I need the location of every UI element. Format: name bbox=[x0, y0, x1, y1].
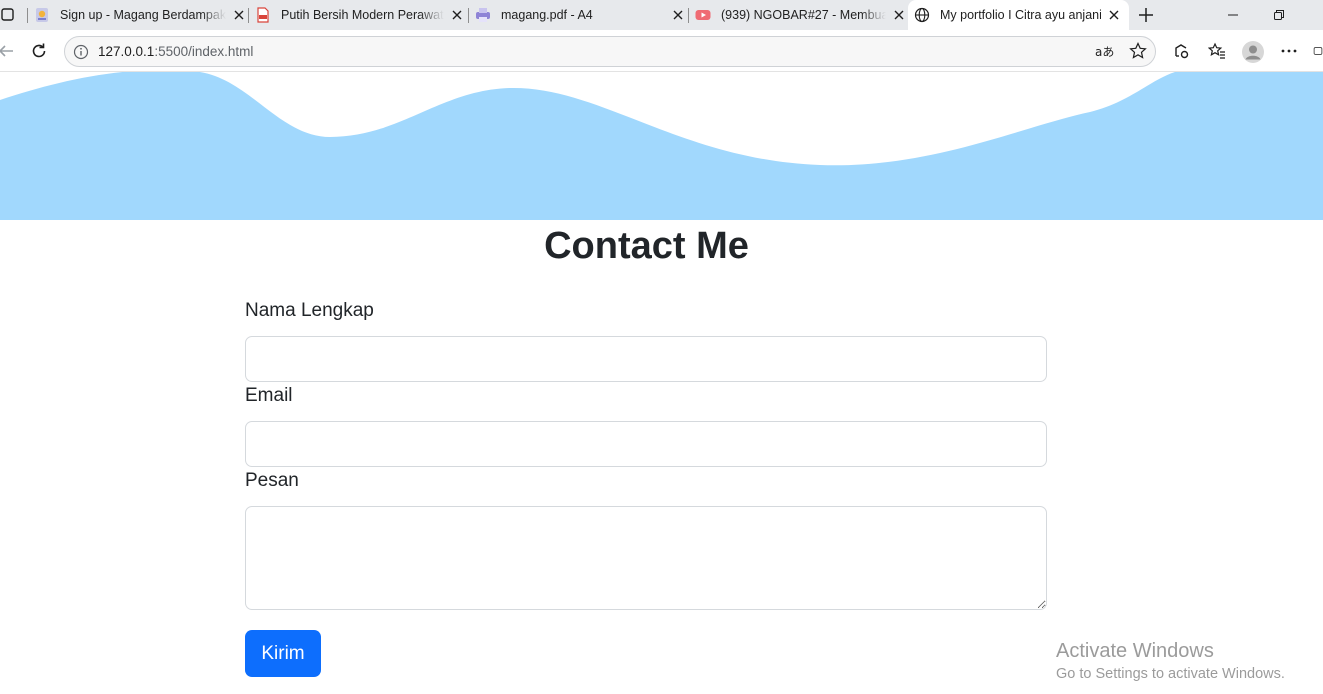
submit-button[interactable]: Kirim bbox=[245, 630, 321, 677]
close-icon[interactable] bbox=[450, 8, 464, 22]
url-host: 127.0.0.1 bbox=[98, 44, 155, 59]
wave-shape bbox=[0, 72, 1323, 220]
page-title: Contact Me bbox=[544, 225, 749, 267]
favorite-star-icon[interactable] bbox=[1128, 41, 1148, 61]
info-icon[interactable] bbox=[71, 42, 91, 62]
email-input[interactable] bbox=[245, 421, 1047, 467]
close-icon[interactable] bbox=[892, 8, 906, 22]
globe-icon bbox=[914, 7, 930, 23]
back-arrow-icon[interactable] bbox=[0, 41, 16, 61]
tab-magang-pdf[interactable]: magang.pdf - A4 bbox=[475, 0, 685, 30]
magang-icon bbox=[34, 7, 50, 23]
close-icon[interactable] bbox=[671, 8, 685, 22]
navigation-bar: 127.0.0.1:5500/index.html aあ bbox=[0, 30, 1323, 72]
sidebar-toggle-icon[interactable] bbox=[1313, 41, 1323, 61]
url-text[interactable]: 127.0.0.1:5500/index.html bbox=[98, 44, 253, 59]
windows-activation-subtitle: Go to Settings to activate Windows. bbox=[1056, 666, 1285, 682]
email-label: Email bbox=[245, 385, 293, 406]
tab-separator bbox=[27, 8, 28, 23]
favorites-icon[interactable] bbox=[1207, 41, 1227, 61]
close-icon[interactable] bbox=[1107, 8, 1121, 22]
pdf-icon bbox=[255, 7, 271, 23]
url-path: :5500/index.html bbox=[154, 44, 254, 59]
name-label: Nama Lengkap bbox=[245, 300, 374, 321]
tab-separator bbox=[688, 8, 689, 23]
address-bar[interactable]: 127.0.0.1:5500/index.html aあ bbox=[64, 36, 1156, 67]
read-aloud-icon[interactable]: aあ bbox=[1095, 42, 1115, 62]
wave-header bbox=[0, 72, 1323, 220]
windows-activation-title: Activate Windows bbox=[1056, 640, 1214, 662]
printer-icon bbox=[475, 7, 491, 23]
tab-putih-bersih[interactable]: Putih Bersih Modern Perawat D bbox=[255, 0, 464, 30]
svg-text:aあ: aあ bbox=[1095, 45, 1114, 59]
tab-separator bbox=[248, 8, 249, 23]
tab-my-portfolio[interactable]: My portfolio I Citra ayu anjani bbox=[908, 0, 1129, 30]
tab-actions-icon[interactable] bbox=[0, 5, 18, 25]
extensions-icon[interactable] bbox=[1171, 41, 1191, 61]
page-viewport: Contact Me Nama Lengkap Email Pesan Kiri… bbox=[0, 72, 1323, 694]
restore-icon[interactable] bbox=[1256, 0, 1302, 30]
minimize-icon[interactable] bbox=[1210, 0, 1256, 30]
tab-sign-up-magang[interactable]: Sign up - Magang Berdampak bbox=[34, 0, 246, 30]
profile-avatar-icon[interactable] bbox=[1241, 40, 1265, 64]
reload-icon[interactable] bbox=[29, 41, 49, 61]
tab-separator bbox=[468, 8, 469, 23]
youtube-icon bbox=[695, 7, 711, 23]
tab-strip: Sign up - Magang Berdampak Putih Bersih … bbox=[0, 0, 1323, 30]
more-options-icon[interactable] bbox=[1279, 41, 1299, 61]
tab-ngobar-youtube[interactable]: (939) NGOBAR#27 - Membuat bbox=[695, 0, 906, 30]
message-label: Pesan bbox=[245, 470, 299, 491]
name-input[interactable] bbox=[245, 336, 1047, 382]
new-tab-icon[interactable] bbox=[1136, 5, 1156, 25]
close-icon[interactable] bbox=[232, 8, 246, 22]
message-textarea[interactable] bbox=[245, 506, 1047, 610]
